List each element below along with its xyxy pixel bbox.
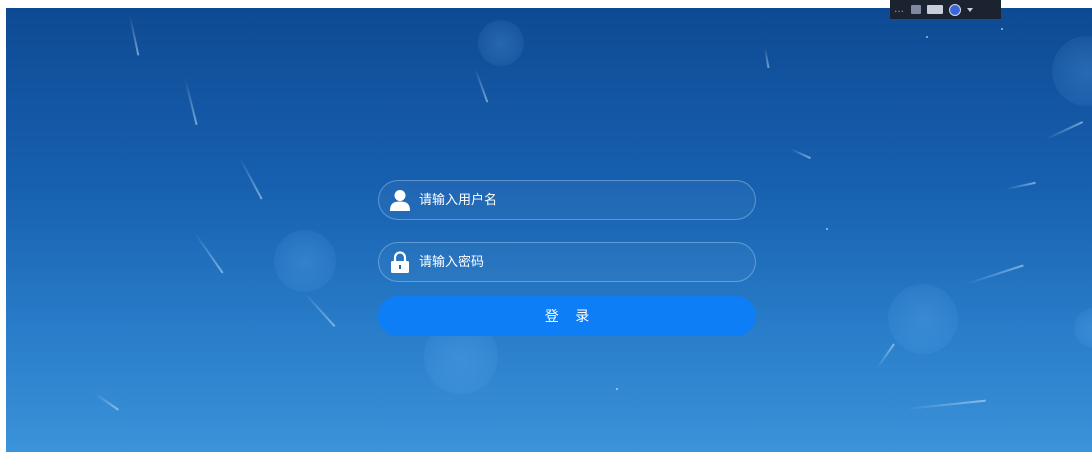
password-field[interactable] bbox=[378, 242, 756, 282]
decorative-streak bbox=[239, 158, 263, 200]
globe-icon[interactable] bbox=[949, 3, 961, 16]
username-field[interactable] bbox=[378, 180, 756, 220]
decorative-streak bbox=[304, 293, 336, 327]
decorative-dot bbox=[926, 36, 928, 38]
decorative-streak bbox=[184, 78, 198, 125]
decorative-bubble bbox=[1074, 308, 1092, 348]
decorative-bubble bbox=[274, 230, 336, 292]
more-icon[interactable]: … bbox=[894, 4, 905, 15]
decorative-bubble bbox=[478, 20, 524, 66]
decorative-dot bbox=[616, 388, 618, 390]
decorative-dot bbox=[826, 228, 828, 230]
decorative-dot bbox=[1001, 28, 1003, 30]
decorative-streak bbox=[95, 393, 119, 411]
toolbar-item-icon[interactable] bbox=[911, 5, 921, 14]
decorative-bubble bbox=[1052, 36, 1092, 106]
screen-icon[interactable] bbox=[927, 5, 943, 14]
chevron-down-icon[interactable] bbox=[967, 7, 973, 12]
decorative-streak bbox=[129, 16, 140, 56]
decorative-streak bbox=[764, 48, 770, 68]
decorative-streak bbox=[790, 148, 811, 159]
login-background bbox=[6, 8, 1092, 452]
lock-icon bbox=[389, 251, 411, 273]
username-input[interactable] bbox=[411, 181, 755, 219]
decorative-streak bbox=[966, 264, 1024, 285]
decorative-streak bbox=[906, 399, 986, 410]
user-icon bbox=[389, 189, 411, 211]
password-input[interactable] bbox=[411, 243, 755, 281]
decorative-streak bbox=[1046, 121, 1083, 140]
decorative-streak bbox=[194, 233, 224, 274]
top-toolbar: … bbox=[890, 0, 1001, 19]
login-button[interactable]: 登 录 bbox=[378, 296, 756, 336]
decorative-streak bbox=[474, 68, 489, 103]
decorative-streak bbox=[1006, 181, 1036, 190]
decorative-streak bbox=[876, 343, 895, 369]
decorative-bubble bbox=[888, 284, 958, 354]
